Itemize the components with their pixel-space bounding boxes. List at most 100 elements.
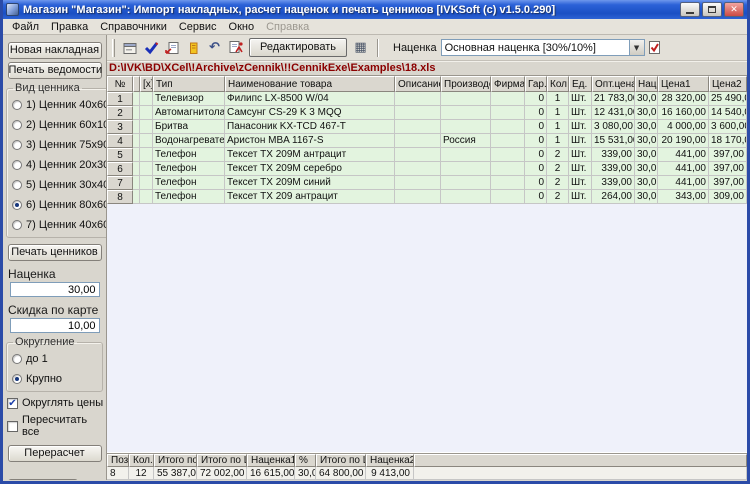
rounding-option-coarse[interactable]: Крупно bbox=[7, 369, 102, 389]
recalc-all-checkbox[interactable]: Пересчитать все bbox=[7, 414, 106, 438]
import-document-icon[interactable] bbox=[163, 38, 182, 57]
col-header-qty[interactable]: Кол bbox=[547, 76, 569, 92]
cennik-option-4[interactable]: 4) Ценник 20x30 (6) bbox=[7, 155, 106, 175]
table-row[interactable]: 8 Телефон Тексет TX 209 антрацит 0 2 Шт.… bbox=[107, 190, 747, 204]
rounding-option-to1[interactable]: до 1 bbox=[7, 349, 102, 369]
radio-icon bbox=[12, 160, 22, 170]
menu-window[interactable]: Окно bbox=[223, 20, 261, 34]
chevron-down-icon[interactable]: ▼ bbox=[628, 40, 644, 55]
totals-bar: Поз. Кол. Итого по опт. Итого по Цене1 Н… bbox=[107, 453, 747, 480]
empty-area bbox=[107, 204, 747, 453]
radio-icon bbox=[12, 100, 22, 110]
table-header-row: № [x] Тип Наименование товара Описание П… bbox=[107, 76, 747, 92]
table-row[interactable]: 2 Автомагнитола Самсунг CS-29 K 3 MQQ 0 … bbox=[107, 106, 747, 120]
table-row[interactable]: 3 Бритва Панасоник KX-TCD 467-T 0 1 Шт. … bbox=[107, 120, 747, 134]
cennik-option-5[interactable]: 5) Ценник 30x40 (4) bbox=[7, 175, 106, 195]
checkbox-checked-icon: ✔ bbox=[7, 397, 18, 409]
price-tag-group-label: Вид ценника bbox=[15, 82, 80, 94]
cennik-option-1[interactable]: 1) Ценник 40x60 (3) bbox=[7, 95, 106, 115]
col-header-price2[interactable]: Цена2 bbox=[709, 76, 747, 92]
markup-input[interactable]: 30,00 bbox=[9, 282, 100, 297]
minimize-button[interactable] bbox=[680, 2, 700, 17]
table-row[interactable]: 6 Телефон Тексет TX 209M серебро 0 2 Шт.… bbox=[107, 162, 747, 176]
col-header-selector[interactable] bbox=[133, 76, 140, 92]
radio-icon bbox=[12, 140, 22, 150]
print-register-button[interactable]: Печать ведомости bbox=[7, 62, 102, 79]
print-tags-button[interactable]: Печать ценников bbox=[7, 244, 102, 261]
totals-col-percent: % bbox=[295, 454, 316, 467]
maximize-icon bbox=[708, 6, 716, 13]
products-table: № [x] Тип Наименование товара Описание П… bbox=[107, 75, 747, 204]
markup-combobox[interactable]: Основная наценка [30%/10%] ▼ bbox=[440, 39, 645, 56]
col-header-price1[interactable]: Цена1 bbox=[658, 76, 709, 92]
checkbox-unchecked-icon bbox=[7, 420, 18, 432]
sidebar: Новая накладная Печать ведомости Вид цен… bbox=[3, 35, 107, 480]
recalc-document-icon[interactable] bbox=[226, 38, 245, 57]
col-header-wholesale[interactable]: Опт.цена bbox=[592, 76, 635, 92]
cennik-option-2[interactable]: 2) Ценник 60x100 (2) bbox=[7, 115, 106, 135]
menu-file[interactable]: Файл bbox=[6, 20, 45, 34]
recalc-all-label: Пересчитать все bbox=[22, 414, 88, 438]
radio-icon bbox=[12, 220, 22, 230]
total-percent: 30,00 bbox=[295, 467, 316, 480]
menu-edit[interactable]: Правка bbox=[45, 20, 94, 34]
validate-icon[interactable] bbox=[142, 38, 161, 57]
menu-service[interactable]: Сервис bbox=[173, 20, 223, 34]
round-prices-checkbox[interactable]: ✔ Округлять цены bbox=[7, 397, 106, 409]
table-row[interactable]: 4 Водонагреватель Аристон MBA 1167-S Рос… bbox=[107, 134, 747, 148]
totals-col-wholesale: Итого по опт. bbox=[154, 454, 197, 467]
file-path: D:\IVK\BD\XCel\!Archive\zCennik\!!Cennik… bbox=[107, 61, 747, 75]
maximize-button[interactable] bbox=[702, 2, 722, 17]
col-header-unit[interactable]: Ед. bbox=[569, 76, 592, 92]
totals-header-row: Поз. Кол. Итого по опт. Итого по Цене1 Н… bbox=[107, 454, 747, 467]
markup-combobox-value: Основная наценка [30%/10%] bbox=[444, 41, 596, 54]
total-markup2: 9 413,00 bbox=[366, 467, 414, 480]
col-header-type[interactable]: Тип bbox=[153, 76, 225, 92]
window-title: Магазин "Магазин": Импорт накладных, рас… bbox=[23, 3, 556, 16]
undo-icon[interactable]: ↶ bbox=[205, 38, 224, 57]
cennik-option-7[interactable]: 7) Ценник 40x60 (3) bbox=[7, 215, 106, 235]
totals-col-markup2: Наценка2 bbox=[366, 454, 414, 467]
col-header-description[interactable]: Описание bbox=[395, 76, 441, 92]
setup-xl-button[interactable]: Настроить XL bbox=[8, 479, 78, 480]
radio-icon bbox=[12, 120, 22, 130]
menu-directories[interactable]: Справочники bbox=[94, 20, 173, 34]
col-header-name[interactable]: Наименование товара bbox=[225, 76, 395, 92]
rounding-group: Округление до 1 Крупно bbox=[6, 336, 103, 392]
note-icon[interactable] bbox=[184, 38, 203, 57]
col-header-x[interactable]: [x] bbox=[140, 76, 153, 92]
totals-col-filler bbox=[414, 454, 747, 467]
total-wholesale: 55 387,00 bbox=[154, 467, 197, 480]
col-header-warranty[interactable]: Гар. bbox=[525, 76, 547, 92]
apply-markup-icon[interactable] bbox=[646, 38, 665, 57]
totals-col-qty: Кол. bbox=[129, 454, 154, 467]
totals-col-markup1: Наценка1 bbox=[247, 454, 295, 467]
radio-icon bbox=[12, 180, 22, 190]
table-row[interactable]: 1 Телевизор Филипс LX-8500 W/04 0 1 Шт. … bbox=[107, 92, 747, 106]
edit-button[interactable]: Редактировать bbox=[249, 38, 347, 57]
close-button[interactable]: ✕ bbox=[724, 2, 744, 17]
new-invoice-button[interactable]: Новая накладная bbox=[7, 42, 102, 59]
menu-help: Справка bbox=[266, 20, 310, 33]
round-prices-label: Округлять цены bbox=[22, 397, 104, 409]
discount-label: Скидка по карте bbox=[8, 303, 99, 317]
radio-selected-icon bbox=[12, 200, 22, 210]
radio-icon bbox=[12, 354, 22, 364]
app-icon bbox=[6, 3, 19, 16]
grid-icon[interactable]: ▦ bbox=[351, 38, 370, 57]
col-header-number[interactable]: № bbox=[107, 76, 133, 92]
minimize-icon bbox=[686, 12, 694, 14]
discount-input[interactable]: 10,00 bbox=[9, 318, 100, 333]
col-header-manufacturer[interactable]: Производств bbox=[441, 76, 491, 92]
cennik-option-3[interactable]: 3) Ценник 75x90 (2) bbox=[7, 135, 106, 155]
form-icon[interactable] bbox=[121, 38, 140, 57]
price-tag-type-group: Вид ценника 1) Ценник 40x60 (3) 2) Ценни… bbox=[6, 82, 106, 238]
col-header-markup[interactable]: Нац. bbox=[635, 76, 658, 92]
cennik-option-6[interactable]: 6) Ценник 80x60 (3) bbox=[7, 195, 106, 215]
col-header-firm[interactable]: Фирма bbox=[491, 76, 525, 92]
radio-selected-icon bbox=[12, 374, 22, 384]
toolbar-grip bbox=[112, 38, 115, 57]
recalc-button[interactable]: Перерасчет bbox=[7, 445, 102, 462]
table-row[interactable]: 5 Телефон Тексет TX 209M антрацит 0 2 Шт… bbox=[107, 148, 747, 162]
table-row[interactable]: 7 Телефон Тексет TX 209M синий 0 2 Шт. 3… bbox=[107, 176, 747, 190]
